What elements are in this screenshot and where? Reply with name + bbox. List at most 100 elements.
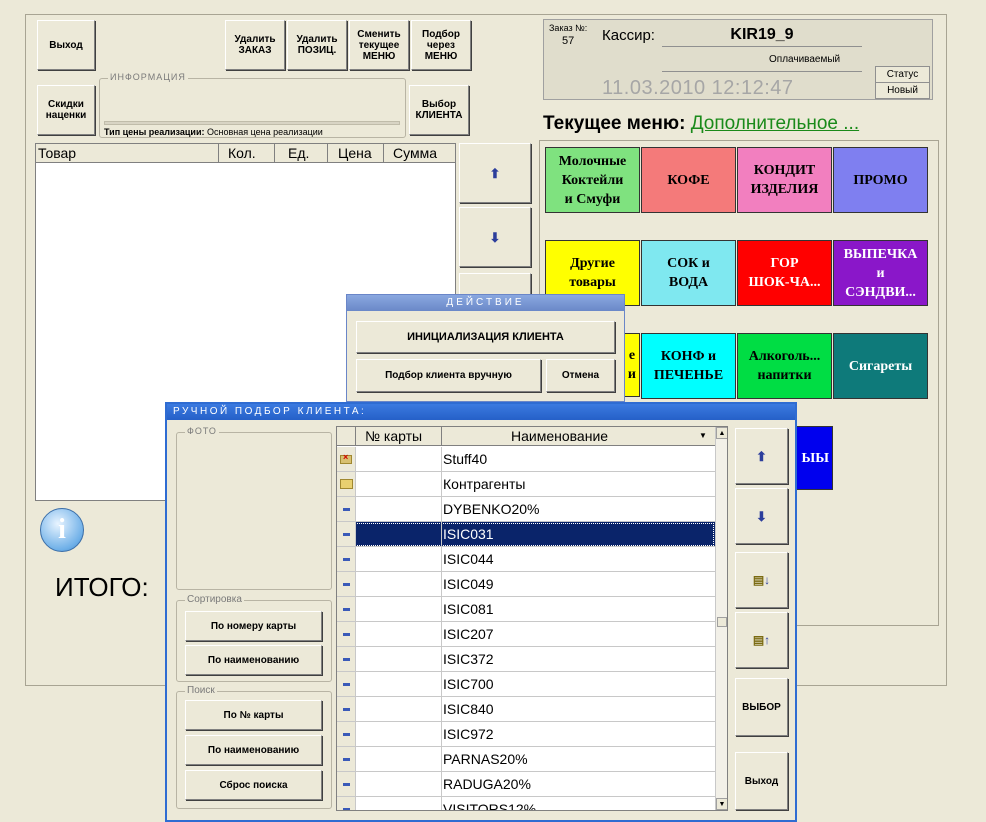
client-row[interactable]: ISIC700 [337, 672, 715, 697]
select-via-menu-button[interactable]: Подбор через МЕНЮ [411, 20, 471, 70]
search-by-card-button[interactable]: По № карты [185, 700, 322, 730]
delete-order-button[interactable]: Удалить ЗАКАЗ [225, 20, 285, 70]
item-icon [337, 547, 356, 571]
exit-button[interactable]: Выход [37, 20, 95, 70]
client-row[interactable]: ISIC081 [337, 597, 715, 622]
action-dialog-title: ДЕЙСТВИЕ [446, 297, 525, 308]
menu-tile-9[interactable]: КОНФ и ПЕЧЕНЬЕ [641, 333, 736, 399]
scroll-thumb[interactable] [717, 617, 727, 627]
info-group: ИНФОРМАЦИЯ Тип цены реализации: Основная… [99, 72, 406, 138]
order-header-panel: Заказ №: 57 Кассир: KIR19_9 Оплачиваемый… [543, 19, 933, 100]
scroll-up-icon[interactable]: ▲ [716, 427, 727, 439]
client-row[interactable]: ISIC840 [337, 697, 715, 722]
client-row[interactable]: ISIC031 [337, 522, 715, 547]
init-client-button[interactable]: ИНИЦИАЛИЗАЦИЯ КЛИЕНТА [356, 321, 615, 353]
client-card-cell [355, 697, 442, 721]
client-card-cell [355, 722, 442, 746]
client-name-cell: VISITORS12% [443, 801, 537, 811]
order-number: 57 [562, 35, 575, 47]
sort-by-name-button[interactable]: По наименованию [185, 645, 322, 675]
col-qty[interactable]: Кол. [228, 145, 256, 161]
client-name-cell: ISIC700 [443, 676, 494, 692]
action-dialog: ДЕЙСТВИЕ ИНИЦИАЛИЗАЦИЯ КЛИЕНТА Подбор кл… [346, 294, 625, 402]
sort-by-card-button[interactable]: По номеру карты [185, 611, 322, 641]
menu-tile-7[interactable]: ВЫПЕЧКА и СЭНДВИ... [833, 240, 928, 306]
menu-tile-3[interactable]: ПРОМО [833, 147, 928, 213]
item-icon [337, 622, 356, 646]
client-row[interactable]: RADUGA20% [337, 772, 715, 797]
item-icon [337, 497, 356, 521]
select-button[interactable]: ВЫБОР [735, 678, 788, 736]
client-row[interactable]: ISIC372 [337, 647, 715, 672]
client-row[interactable]: ISIC207 [337, 622, 715, 647]
current-menu: Текущее меню: Дополнительное ... [543, 113, 859, 135]
client-row[interactable]: ISIC049 [337, 572, 715, 597]
client-card-cell [355, 597, 442, 621]
menu-tile-6[interactable]: ГОР ШОК-ЧА... [737, 240, 832, 306]
client-grid-scrollbar[interactable]: ▲ ▼ [715, 427, 727, 810]
item-icon [337, 597, 356, 621]
client-row[interactable]: × Stuff40 [337, 447, 715, 472]
price-type: Тип цены реализации: Основная цена реали… [104, 127, 323, 137]
client-card-cell [355, 647, 442, 671]
item-icon [337, 772, 356, 796]
client-name-cell: DYBENKO20% [443, 501, 540, 517]
info-icon[interactable]: i [40, 508, 84, 552]
client-row[interactable]: PARNAS20% [337, 747, 715, 772]
discounts-button[interactable]: Скидки наценки [37, 85, 95, 135]
client-name-cell: Stuff40 [443, 451, 488, 467]
scroll-down-icon[interactable]: ▼ [716, 798, 727, 810]
arrow-down-icon: ⬇ [756, 508, 767, 524]
order-up-button[interactable]: ⬆ [459, 143, 531, 203]
price-type-label: Тип цены реализации: [104, 127, 205, 137]
client-row[interactable]: DYBENKO20% [337, 497, 715, 522]
col-sum[interactable]: Сумма [393, 145, 437, 161]
menu-tile-5[interactable]: СОК и ВОДА [641, 240, 736, 306]
deleted-item-icon: × [337, 447, 356, 471]
grid-down-button[interactable]: ⬇ [735, 488, 788, 544]
client-grid[interactable]: № карты Наименование ▼ × Stuff40 Контраген… [336, 426, 728, 811]
col-unit[interactable]: Ед. [288, 145, 309, 161]
reset-search-button[interactable]: Сброс поиска [185, 770, 322, 800]
menu-tile-1[interactable]: КОФЕ [641, 147, 736, 213]
menu-tile-2[interactable]: КОНДИТ ИЗДЕЛИЯ [737, 147, 832, 213]
client-rows: × Stuff40 Контрагенты DYBENKO20% ISIC031 ISIC… [337, 447, 715, 811]
status-value: Новый [887, 85, 918, 96]
sort-label: Сортировка [185, 594, 244, 605]
item-icon [337, 697, 356, 721]
client-row[interactable]: VISITORS12% [337, 797, 715, 811]
arrow-down-icon: ⬇ [489, 229, 501, 245]
col-price[interactable]: Цена [338, 145, 372, 161]
client-card-cell [355, 622, 442, 646]
menu-tile-0[interactable]: Молочные Коктейли и Смуфи [545, 147, 640, 213]
item-icon [337, 572, 356, 596]
client-row[interactable]: ISIC972 [337, 722, 715, 747]
col-card-number[interactable]: № карты [365, 428, 422, 444]
grid-page-down-button[interactable]: ▤↓ [735, 552, 788, 608]
client-card-cell [355, 672, 442, 696]
client-card-cell [355, 572, 442, 596]
client-row[interactable]: Контрагенты [337, 472, 715, 497]
cancel-button[interactable]: Отмена [546, 359, 615, 392]
grid-page-up-button[interactable]: ▤↑ [735, 612, 788, 668]
client-row[interactable]: ISIC044 [337, 547, 715, 572]
client-grid-header: № карты Наименование ▼ [337, 427, 715, 446]
delete-position-button[interactable]: Удалить ПОЗИЦ. [287, 20, 347, 70]
menu-tile-11[interactable]: Сигареты [833, 333, 928, 399]
photo-label: ФОТО [185, 426, 219, 436]
col-client-name[interactable]: Наименование [511, 428, 608, 444]
menu-tile-10[interactable]: Алкоголь... напитки [737, 333, 832, 399]
order-down-button[interactable]: ⬇ [459, 207, 531, 267]
grid-up-button[interactable]: ⬆ [735, 428, 788, 484]
select-client-button[interactable]: Выбор КЛИЕНТА [409, 85, 469, 135]
manual-select-button[interactable]: Подбор клиента вручную [356, 359, 541, 392]
change-menu-button[interactable]: Сменить текущее МЕНЮ [349, 20, 409, 70]
sort-down-icon: ▼ [699, 431, 707, 440]
col-product[interactable]: Товар [38, 145, 218, 161]
order-table-header: Товар Кол. Ед. Цена Сумма [36, 144, 455, 163]
client-exit-button[interactable]: Выход [735, 752, 788, 810]
folder-icon [337, 472, 356, 496]
current-menu-link[interactable]: Дополнительное ... [691, 113, 859, 134]
search-by-name-button[interactable]: По наименованию [185, 735, 322, 765]
client-name-cell: ISIC207 [443, 626, 494, 642]
